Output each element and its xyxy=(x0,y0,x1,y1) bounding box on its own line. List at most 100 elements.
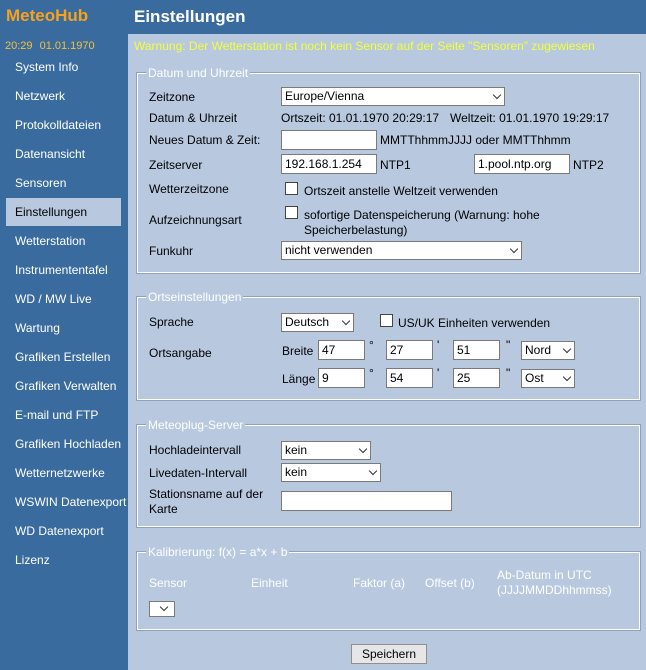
us-units-label: US/UK Einheiten verwenden xyxy=(398,316,551,330)
chevron-down-icon xyxy=(368,466,378,476)
column-unit: Einheit xyxy=(251,576,288,590)
clock: 20:29 01.01.1970 xyxy=(5,40,95,52)
lon-minute-symbol: ' xyxy=(437,366,440,380)
station-name-label: Stationsname auf der Karte xyxy=(149,487,264,516)
chevron-down-icon xyxy=(159,602,169,612)
recording-checkbox[interactable] xyxy=(285,206,298,219)
position-label: Ortsangabe xyxy=(149,346,212,360)
ntp1-label: NTP1 xyxy=(380,158,411,172)
meteoplug-legend: Meteoplug-Server xyxy=(146,418,246,432)
page-title: Einstellungen xyxy=(134,7,246,26)
sidebar-item-email-ftp[interactable]: E-mail und FTP xyxy=(0,401,128,429)
datetime-legend: Datum und Uhrzeit xyxy=(146,66,251,80)
header-bar: Einstellungen xyxy=(128,0,646,34)
language-label: Sprache xyxy=(149,315,194,329)
station-name-input[interactable] xyxy=(281,491,452,511)
column-sensor: Sensor xyxy=(149,576,188,590)
lon-degree-symbol: ° xyxy=(369,366,374,380)
sidebar-item-system-info[interactable]: System Info xyxy=(0,53,128,81)
lat-minutes-input[interactable]: 27 xyxy=(386,340,433,360)
lon-direction-value: Ost xyxy=(525,371,544,385)
clock-date: 01.01.1970 xyxy=(39,40,95,52)
calibration-sensor-select[interactable] xyxy=(149,601,175,617)
lat-label: Breite xyxy=(282,344,314,358)
lon-minutes-input[interactable]: 54 xyxy=(386,368,433,388)
sidebar-item-wartung[interactable]: Wartung xyxy=(0,314,128,342)
sidebar-item-protokolldateien[interactable]: Protokolldateien xyxy=(0,111,128,139)
timeserver-label: Zeitserver xyxy=(149,158,203,172)
sidebar-item-lizenz[interactable]: Lizenz xyxy=(0,546,128,574)
sidebar-item-wd-mw-live[interactable]: WD / MW Live xyxy=(0,285,128,313)
lon-degrees-input[interactable]: 9 xyxy=(318,368,365,388)
save-button[interactable]: Speichern xyxy=(351,644,427,664)
chevron-down-icon xyxy=(562,372,572,382)
radioclock-value: nicht verwenden xyxy=(285,243,373,257)
radioclock-select[interactable]: nicht verwenden xyxy=(281,241,522,260)
upload-interval-select[interactable]: kein xyxy=(281,441,371,460)
column-factor: Faktor (a) xyxy=(353,576,406,590)
sidebar-item-datenansicht[interactable]: Datenansicht xyxy=(0,140,128,168)
lon-seconds-input[interactable]: 25 xyxy=(453,368,500,388)
local-time: Ortszeit: 01.01.1970 20:29:17 xyxy=(281,111,440,125)
lat-second-symbol: " xyxy=(506,338,511,352)
recording-label: Aufzeichnungsart xyxy=(149,213,242,227)
sidebar-item-grafiken-verwalten[interactable]: Grafiken Verwalten xyxy=(0,372,128,400)
sidebar-item-netzwerk[interactable]: Netzwerk xyxy=(0,82,128,110)
lat-minute-symbol: ' xyxy=(437,338,440,352)
lat-direction-value: Nord xyxy=(525,343,552,357)
lat-seconds-input[interactable]: 51 xyxy=(453,340,500,360)
lat-degrees-input[interactable]: 47 xyxy=(318,340,365,360)
lat-degree-symbol: ° xyxy=(369,338,374,352)
lon-label: Länge xyxy=(282,372,316,386)
sidebar-item-wswin-datenexport[interactable]: WSWIN Datenexport xyxy=(0,488,128,516)
sidebar-item-einstellungen[interactable]: Einstellungen xyxy=(6,198,121,226)
ntp2-input[interactable]: 1.pool.ntp.org xyxy=(474,154,570,174)
warning-message: Warnung: Der Wetterstation ist noch kein… xyxy=(134,39,595,53)
column-offset: Offset (b) xyxy=(425,576,475,590)
lon-direction-select[interactable]: Ost xyxy=(521,369,575,388)
language-select[interactable]: Deutsch xyxy=(281,313,354,332)
radioclock-label: Funkuhr xyxy=(149,244,194,258)
calibration-legend: Kalibrierung: f(x) = a*x + b xyxy=(146,545,290,559)
chevron-down-icon xyxy=(562,344,572,354)
recording-checkbox-label: sofortige Datenspeicherung (Warnung: hoh… xyxy=(304,208,540,237)
world-time: Weltzeit: 01.01.1970 19:29:17 xyxy=(450,111,610,125)
sidebar-item-wd-datenexport[interactable]: WD Datenexport xyxy=(0,517,128,545)
location-legend: Ortseinstellungen xyxy=(146,290,244,304)
timezone-value: Europe/Vienna xyxy=(285,89,365,103)
sidebar-item-grafiken-hochladen[interactable]: Grafiken Hochladen xyxy=(0,430,128,458)
clock-time: 20:29 xyxy=(5,40,33,52)
new-date-hint: MMTThhmmJJJJ oder MMTThhmm xyxy=(380,133,571,147)
live-interval-label: Livedaten-Intervall xyxy=(149,466,248,480)
sidebar-item-instrumententafel[interactable]: Instrumententafel xyxy=(0,256,128,284)
column-from-date: Ab-Datum in UTC (JJJJMMDDhhmmss) xyxy=(497,568,612,597)
datetime-label: Datum & Uhrzeit xyxy=(149,111,238,125)
chevron-down-icon xyxy=(341,316,351,326)
lat-direction-select[interactable]: Nord xyxy=(521,341,575,360)
chevron-down-icon xyxy=(509,244,519,254)
weather-timezone-checkbox[interactable] xyxy=(285,182,298,195)
upload-interval-label: Hochladeintervall xyxy=(149,443,242,457)
app-logo: MeteoHub xyxy=(6,6,89,25)
sidebar-item-wetternetzwerke[interactable]: Wetternetzwerke xyxy=(0,459,128,487)
live-interval-select[interactable]: kein xyxy=(281,463,381,482)
us-units-checkbox[interactable] xyxy=(380,314,393,327)
lon-second-symbol: " xyxy=(506,366,511,380)
weather-timezone-checkbox-label: Ortszeit anstelle Weltzeit verwenden xyxy=(304,184,498,198)
timezone-select[interactable]: Europe/Vienna xyxy=(281,87,505,106)
new-date-input[interactable] xyxy=(281,130,377,150)
upload-interval-value: kein xyxy=(285,443,308,457)
sidebar-item-sensoren[interactable]: Sensoren xyxy=(0,169,128,197)
chevron-down-icon xyxy=(358,444,368,454)
timezone-label: Zeitzone xyxy=(149,90,196,104)
live-interval-value: kein xyxy=(285,465,308,479)
ntp2-label: NTP2 xyxy=(573,158,604,172)
language-value: Deutsch xyxy=(285,315,330,329)
weather-timezone-label: Wetterzeitzone xyxy=(149,182,229,196)
sidebar: MeteoHub 20:29 01.01.1970 System Info Ne… xyxy=(0,0,128,670)
chevron-down-icon xyxy=(492,90,502,100)
new-date-label: Neues Datum & Zeit: xyxy=(149,133,261,147)
ntp1-input[interactable]: 192.168.1.254 xyxy=(281,154,377,174)
sidebar-item-wetterstation[interactable]: Wetterstation xyxy=(0,227,128,255)
sidebar-item-grafiken-erstellen[interactable]: Grafiken Erstellen xyxy=(0,343,128,371)
